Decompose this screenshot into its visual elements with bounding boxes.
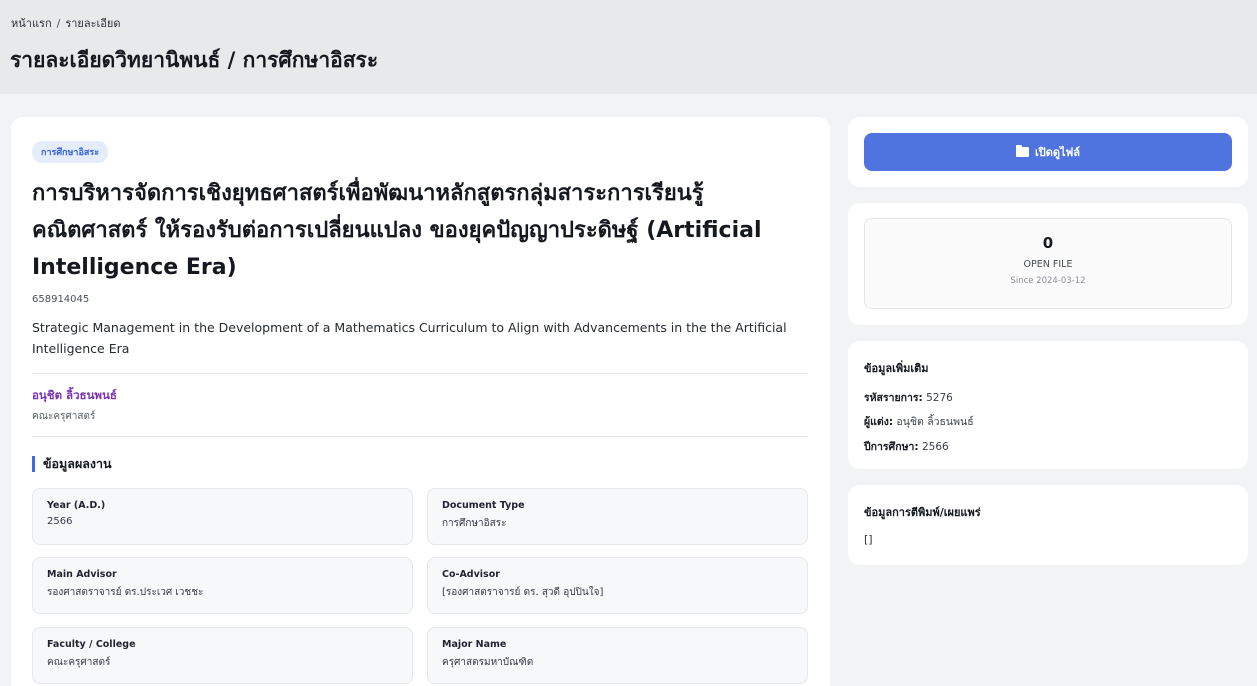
publication-heading: ข้อมูลการตีพิมพ์/เผยแพร่: [864, 506, 981, 519]
breadcrumb-home-link[interactable]: หน้าแรก: [11, 17, 52, 30]
stats-since-date: Since 2024-03-12: [1010, 276, 1086, 286]
student-id: 658914045: [32, 294, 90, 305]
document-type-badge: การศึกษาอิสระ: [32, 141, 109, 163]
field-value: การศึกษาอิสระ: [442, 518, 507, 529]
field-label: Main Advisor: [47, 569, 117, 580]
open-file-button[interactable]: เปิดดูไฟล์: [864, 133, 1232, 171]
publication-value: []: [864, 533, 873, 546]
divider: [32, 373, 808, 374]
divider: [32, 436, 808, 437]
info-value: 5276: [926, 392, 953, 404]
folder-open-icon: [1015, 145, 1029, 157]
open-file-label: OPEN FILE: [1023, 259, 1073, 270]
info-label: ผู้แต่ง:: [864, 416, 894, 428]
field-value: คณะครุศาสตร์: [47, 657, 111, 668]
author-faculty: คณะครุศาสตร์: [32, 411, 96, 422]
file-card: เปิดดูไฟล์: [848, 117, 1248, 187]
section-title: ข้อมูลผลงาน: [32, 456, 112, 472]
field-major-name: Major Name ครุศาสตรมหาบัณฑิต: [427, 627, 808, 684]
publication-card: ข้อมูลการตีพิมพ์/เผยแพร่ []: [848, 485, 1248, 565]
field-label: Major Name: [442, 639, 507, 650]
field-value: 2566: [47, 516, 73, 527]
open-file-button-label: เปิดดูไฟล์: [1034, 146, 1081, 159]
thesis-title-en: Strategic Management in the Development …: [32, 320, 787, 356]
field-label: Faculty / College: [47, 639, 136, 650]
field-faculty: Faculty / College คณะครุศาสตร์: [32, 627, 413, 684]
info-academic-year: ปีการศึกษา: 2566: [864, 438, 949, 455]
additional-info-card: ข้อมูลเพิ่มเติม รหัสรายการ: 5276 ผู้แต่ง…: [848, 341, 1248, 469]
info-label: รหัสรายการ:: [864, 392, 923, 404]
breadcrumb-separator: /: [56, 17, 61, 30]
info-author: ผู้แต่ง: อนุชิต ลิ้วธนพนธ์: [864, 413, 974, 430]
field-label: Document Type: [442, 500, 525, 511]
field-co-advisor: Co-Advisor [รองศาสตราจารย์ ดร. สุวดี อุป…: [427, 557, 808, 614]
page-header: หน้าแรก / รายละเอียด รายละเอียดวิทยานิพนธ์…: [0, 0, 1257, 94]
thesis-title: การบริหารจัดการเชิงยุทธศาสตร์เพื่อพัฒนาห…: [32, 181, 762, 280]
open-file-count: 0: [1042, 234, 1054, 252]
field-value: รองศาสตราจารย์ ดร.ประเวศ เวชชะ: [47, 587, 204, 598]
page-title: รายละเอียดวิทยานิพนธ์ / การศึกษาอิสระ: [10, 48, 379, 72]
thesis-detail-card: การศึกษาอิสระ การบริหารจัดการเชิงยุทธศาส…: [11, 117, 830, 686]
field-value: [รองศาสตราจารย์ ดร. สุวดี อุปปินใจ]: [442, 587, 604, 598]
field-label: Year (A.D.): [47, 500, 106, 511]
additional-info-heading: ข้อมูลเพิ่มเติม: [864, 362, 929, 375]
breadcrumb-current: รายละเอียด: [65, 17, 121, 30]
info-value: 2566: [921, 441, 949, 453]
open-file-stats: 0 OPEN FILE Since 2024-03-12: [864, 218, 1232, 309]
field-value: ครุศาสตรมหาบัณฑิต: [442, 657, 534, 668]
field-label: Co-Advisor: [442, 569, 500, 580]
field-document-type: Document Type การศึกษาอิสระ: [427, 488, 808, 545]
info-item-code: รหัสรายการ: 5276: [864, 389, 953, 406]
info-value: อนุชิต ลิ้วธนพนธ์: [896, 416, 974, 428]
breadcrumb: หน้าแรก / รายละเอียด: [11, 14, 120, 32]
author-name[interactable]: อนุชิต ลิ้วธนพนธ์: [32, 387, 117, 405]
info-label: ปีการศึกษา:: [864, 441, 919, 453]
field-year: Year (A.D.) 2566: [32, 488, 413, 545]
stats-card: 0 OPEN FILE Since 2024-03-12: [848, 203, 1248, 325]
field-main-advisor: Main Advisor รองศาสตราจารย์ ดร.ประเวศ เว…: [32, 557, 413, 614]
